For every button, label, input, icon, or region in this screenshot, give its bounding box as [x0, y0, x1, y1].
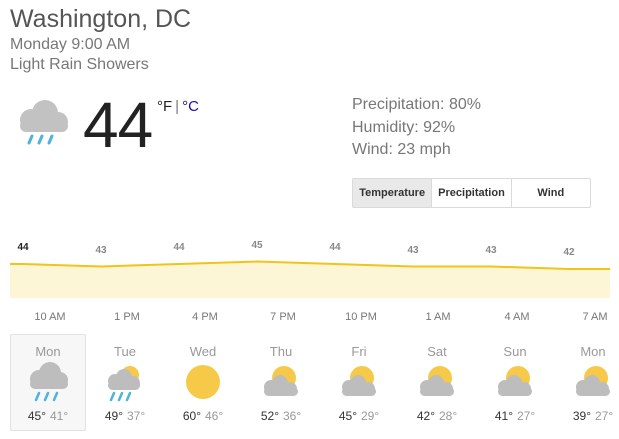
day-temps: 41° 27°: [478, 409, 552, 423]
rain-cloud-icon: [25, 361, 71, 403]
tab-wind[interactable]: Wind: [510, 179, 590, 207]
high-temp: 45°: [27, 409, 46, 423]
chart-value-label: 44: [17, 242, 29, 253]
humidity-stat: Humidity: 92%: [352, 119, 456, 136]
celsius-unit-link[interactable]: °C: [182, 98, 199, 115]
rain-cloud-icon: [14, 98, 72, 150]
day-temps: 52° 36°: [244, 409, 318, 423]
forecast-day-3[interactable]: Thu 52° 36°: [244, 335, 318, 430]
day-temps: 39° 27°: [556, 409, 619, 423]
high-temp: 60°: [182, 409, 201, 423]
chart-value-label: 42: [563, 247, 575, 258]
forecast-day-4[interactable]: Fri 45° 29°: [322, 335, 396, 430]
day-temps: 42° 28°: [400, 409, 474, 423]
chart-value-label: 45: [251, 239, 263, 251]
partly-cloudy-icon: [570, 361, 616, 403]
day-name: Fri: [351, 344, 367, 359]
sun-icon: [180, 361, 226, 403]
high-temp: 52°: [260, 409, 279, 423]
time-label: 10 AM: [34, 311, 66, 323]
day-name: Sun: [503, 344, 527, 359]
high-temp: 49°: [104, 409, 123, 423]
high-temp: 42°: [416, 409, 435, 423]
forecast-day-1[interactable]: Tue 49° 37°: [88, 335, 162, 430]
day-temps: 45° 41°: [11, 409, 85, 423]
partly-cloudy-icon: [414, 361, 460, 403]
wind-stat: Wind: 23 mph: [352, 141, 451, 158]
low-temp: 27°: [595, 409, 614, 423]
fahrenheit-unit[interactable]: °F: [157, 98, 172, 115]
low-temp: 46°: [205, 409, 224, 423]
time-label: 7 PM: [270, 311, 296, 323]
partly-cloudy-icon: [258, 361, 304, 403]
unit-separator: |: [175, 98, 180, 115]
partly-cloudy-icon: [336, 361, 382, 403]
low-temp: 29°: [361, 409, 380, 423]
chart-value-label: 43: [485, 244, 497, 256]
day-name: Wed: [189, 344, 217, 359]
tab-precipitation[interactable]: Precipitation: [431, 179, 511, 207]
weather-condition: Light Rain Showers: [10, 56, 149, 73]
time-label: 4 AM: [504, 311, 530, 323]
day-name: Tue: [114, 344, 136, 359]
low-temp: 27°: [517, 409, 536, 423]
day-temps: 49° 37°: [88, 409, 162, 423]
low-temp: 28°: [439, 409, 458, 423]
low-temp: 37°: [127, 409, 146, 423]
forecast-day-6[interactable]: Sun 41° 27°: [478, 335, 552, 430]
time-label: 10 PM: [345, 311, 377, 323]
low-temp: 36°: [283, 409, 302, 423]
chart-value-label: 43: [407, 244, 419, 256]
unit-toggle: °F | °C: [157, 98, 199, 115]
time-label: 1 AM: [425, 311, 451, 323]
forecast-day-0[interactable]: Mon 45° 41°: [10, 334, 86, 431]
current-temperature: 44: [83, 89, 153, 161]
location-title: Washington, DC: [10, 5, 192, 33]
day-temps: 45° 29°: [322, 409, 396, 423]
tab-temperature[interactable]: Temperature: [353, 179, 432, 207]
day-name: Mon: [35, 344, 61, 359]
chart-value-label: 44: [173, 242, 185, 253]
precipitation-stat: Precipitation: 80%: [352, 96, 481, 113]
chart-value-label: 43: [95, 244, 107, 256]
high-temp: 45°: [338, 409, 357, 423]
chart-tabs: Temperature Precipitation Wind: [352, 178, 591, 208]
day-name: Sat: [427, 344, 447, 359]
day-name: Thu: [269, 344, 293, 359]
time-label: 7 AM: [582, 311, 608, 323]
day-name: Mon: [580, 344, 606, 359]
low-temp: 41°: [50, 409, 69, 423]
time-label: 1 PM: [114, 311, 140, 323]
partly-cloudy-icon: [492, 361, 538, 403]
forecast-day-7[interactable]: Mon 39° 27°: [556, 335, 619, 430]
forecast-day-2[interactable]: Wed 60° 46°: [166, 335, 240, 430]
time-label: 4 PM: [192, 311, 218, 323]
forecast-day-5[interactable]: Sat 42° 28°: [400, 335, 474, 430]
sun-rain-cloud-icon: [102, 361, 148, 403]
high-temp: 39°: [572, 409, 591, 423]
datetime: Monday 9:00 AM: [10, 36, 131, 53]
chart-value-label: 44: [329, 242, 341, 253]
high-temp: 41°: [494, 409, 513, 423]
day-temps: 60° 46°: [166, 409, 240, 423]
